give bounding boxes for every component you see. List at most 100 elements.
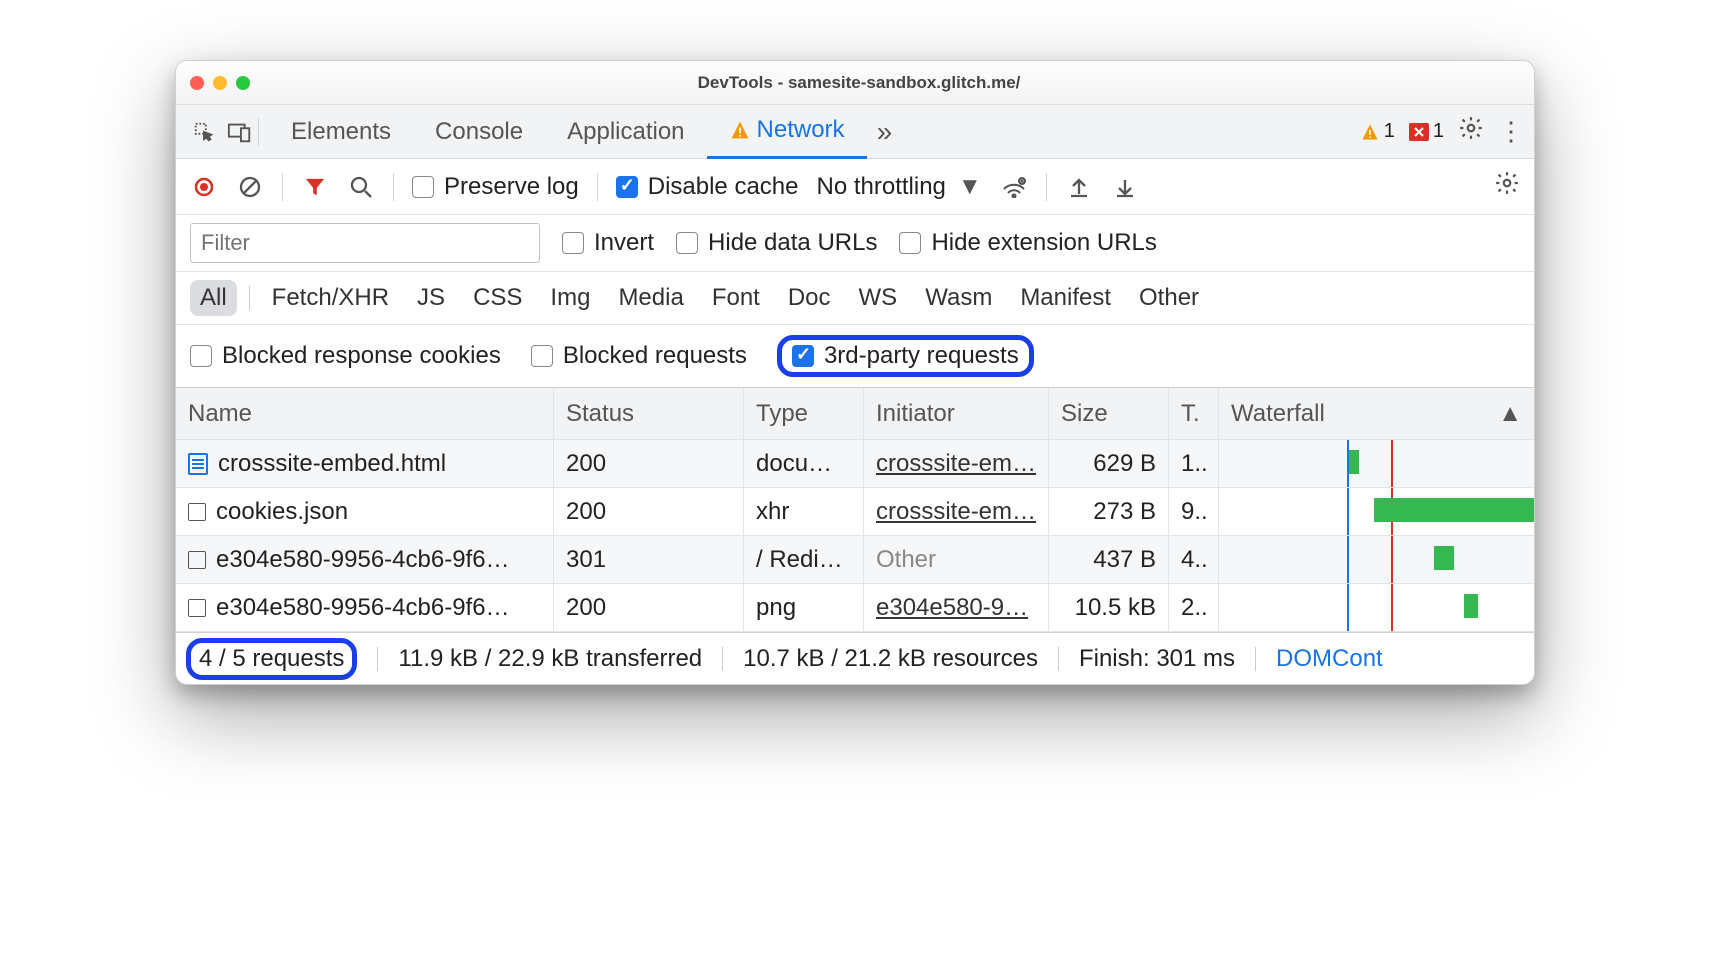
minimize-window-icon[interactable] bbox=[213, 76, 227, 90]
col-status[interactable]: Status bbox=[554, 388, 744, 439]
request-name: e304e580-9956-4cb6-9f6… bbox=[216, 546, 510, 574]
initiator-link[interactable]: crosssite-em… bbox=[876, 450, 1036, 478]
request-size: 273 B bbox=[1049, 488, 1169, 535]
col-waterfall[interactable]: Waterfall▲ bbox=[1219, 388, 1534, 439]
preserve-log-checkbox[interactable]: Preserve log bbox=[412, 173, 579, 201]
col-type[interactable]: Type bbox=[744, 388, 864, 439]
throttling-select[interactable]: No throttling▼ bbox=[816, 173, 981, 201]
initiator-link[interactable]: crosssite-em… bbox=[876, 498, 1036, 526]
document-icon bbox=[188, 453, 208, 475]
request-time: 1.. bbox=[1169, 440, 1219, 487]
waterfall-cell bbox=[1219, 584, 1534, 631]
filter-css[interactable]: CSS bbox=[463, 280, 532, 316]
file-icon bbox=[188, 599, 206, 617]
filter-all[interactable]: All bbox=[190, 280, 237, 316]
search-icon[interactable] bbox=[347, 176, 375, 198]
third-party-requests-checkbox[interactable]: 3rd-party requests bbox=[777, 335, 1034, 377]
blocked-filters: Blocked response cookies Blocked request… bbox=[176, 325, 1534, 388]
filter-toggle-icon[interactable] bbox=[301, 177, 329, 197]
requests-count: 4 / 5 requests bbox=[186, 638, 357, 680]
more-tabs-icon[interactable]: » bbox=[867, 105, 903, 159]
request-type: docu… bbox=[744, 440, 864, 487]
filter-img[interactable]: Img bbox=[540, 280, 600, 316]
filter-ws[interactable]: WS bbox=[849, 280, 908, 316]
blocked-requests-checkbox[interactable]: Blocked requests bbox=[531, 342, 747, 370]
request-type: png bbox=[744, 584, 864, 631]
hide-data-urls-checkbox[interactable]: Hide data URLs bbox=[676, 229, 877, 257]
file-icon bbox=[188, 503, 206, 521]
filter-bar: Invert Hide data URLs Hide extension URL… bbox=[176, 215, 1534, 272]
window-controls bbox=[190, 76, 250, 90]
table-row[interactable]: cookies.json200xhrcrosssite-em…273 B9.. bbox=[176, 488, 1534, 536]
record-button[interactable] bbox=[190, 176, 218, 198]
resources-size: 10.7 kB / 21.2 kB resources bbox=[743, 645, 1038, 673]
request-name: crosssite-embed.html bbox=[218, 450, 446, 478]
request-status: 301 bbox=[554, 536, 744, 583]
status-bar: 4 / 5 requests 11.9 kB / 22.9 kB transfe… bbox=[176, 632, 1534, 684]
maximize-window-icon[interactable] bbox=[236, 76, 250, 90]
clear-button[interactable] bbox=[236, 176, 264, 198]
request-type: / Redi… bbox=[744, 536, 864, 583]
request-size: 10.5 kB bbox=[1049, 584, 1169, 631]
device-mode-icon[interactable] bbox=[222, 121, 258, 143]
col-initiator[interactable]: Initiator bbox=[864, 388, 1049, 439]
upload-har-icon[interactable] bbox=[1065, 176, 1093, 198]
table-row[interactable]: e304e580-9956-4cb6-9f6… 200png e304e580-9…… bbox=[176, 584, 1534, 632]
request-time: 4.. bbox=[1169, 536, 1219, 583]
request-status: 200 bbox=[554, 584, 744, 631]
filter-manifest[interactable]: Manifest bbox=[1010, 280, 1121, 316]
errors-badge[interactable]: 1 bbox=[1409, 120, 1444, 143]
filter-js[interactable]: JS bbox=[407, 280, 455, 316]
col-size[interactable]: Size bbox=[1049, 388, 1169, 439]
kebab-menu-icon[interactable]: ⋮ bbox=[1498, 116, 1524, 147]
filter-media[interactable]: Media bbox=[608, 280, 693, 316]
sort-asc-icon: ▲ bbox=[1498, 400, 1522, 428]
filter-wasm[interactable]: Wasm bbox=[915, 280, 1002, 316]
filter-other[interactable]: Other bbox=[1129, 280, 1209, 316]
request-name: e304e580-9956-4cb6-9f6… bbox=[216, 594, 510, 622]
request-status: 200 bbox=[554, 440, 744, 487]
download-har-icon[interactable] bbox=[1111, 176, 1139, 198]
window-title: DevTools - samesite-sandbox.glitch.me/ bbox=[250, 73, 1468, 93]
filter-font[interactable]: Font bbox=[702, 280, 770, 316]
tab-network[interactable]: Network bbox=[707, 105, 867, 159]
hide-extension-urls-checkbox[interactable]: Hide extension URLs bbox=[899, 229, 1156, 257]
category-filters: All Fetch/XHR JS CSS Img Media Font Doc … bbox=[176, 272, 1534, 325]
invert-checkbox[interactable]: Invert bbox=[562, 229, 654, 257]
dom-content-loaded: DOMCont bbox=[1276, 645, 1383, 673]
devtools-tabs: Elements Console Application Network » 1… bbox=[176, 105, 1534, 159]
settings-icon[interactable] bbox=[1458, 115, 1484, 148]
devtools-window: DevTools - samesite-sandbox.glitch.me/ E… bbox=[175, 60, 1535, 685]
table-header: Name Status Type Initiator Size T. Water… bbox=[176, 388, 1534, 440]
table-row[interactable]: e304e580-9956-4cb6-9f6… 301/ Redi… Other 43… bbox=[176, 536, 1534, 584]
request-size: 629 B bbox=[1049, 440, 1169, 487]
table-row[interactable]: crosssite-embed.html 200docu… crosssite-em… bbox=[176, 440, 1534, 488]
request-list: crosssite-embed.html200docu…crosssite-em… bbox=[176, 440, 1534, 632]
finish-time: Finish: 301 ms bbox=[1079, 645, 1235, 673]
tab-console[interactable]: Console bbox=[413, 105, 545, 159]
waterfall-cell bbox=[1219, 440, 1534, 487]
col-name[interactable]: Name bbox=[176, 388, 554, 439]
disable-cache-checkbox[interactable]: Disable cache bbox=[616, 173, 799, 201]
initiator-link[interactable]: e304e580-9… bbox=[876, 594, 1028, 622]
filter-fetchxhr[interactable]: Fetch/XHR bbox=[262, 280, 399, 316]
tab-elements[interactable]: Elements bbox=[269, 105, 413, 159]
chevron-down-icon: ▼ bbox=[958, 173, 982, 201]
warnings-badge[interactable]: 1 bbox=[1360, 120, 1395, 143]
request-time: 9.. bbox=[1169, 488, 1219, 535]
close-window-icon[interactable] bbox=[190, 76, 204, 90]
inspect-element-icon[interactable] bbox=[186, 121, 222, 143]
network-settings-icon[interactable] bbox=[1494, 170, 1520, 203]
waterfall-cell bbox=[1219, 536, 1534, 583]
tab-application[interactable]: Application bbox=[545, 105, 706, 159]
initiator-text: Other bbox=[876, 546, 936, 574]
col-time[interactable]: T. bbox=[1169, 388, 1219, 439]
blocked-response-cookies-checkbox[interactable]: Blocked response cookies bbox=[190, 342, 501, 370]
request-size: 437 B bbox=[1049, 536, 1169, 583]
filter-doc[interactable]: Doc bbox=[778, 280, 841, 316]
network-conditions-icon[interactable] bbox=[1000, 176, 1028, 198]
network-toolbar: Preserve log Disable cache No throttling… bbox=[176, 159, 1534, 215]
filter-input[interactable] bbox=[190, 223, 540, 263]
request-status: 200 bbox=[554, 488, 744, 535]
file-icon bbox=[188, 551, 206, 569]
